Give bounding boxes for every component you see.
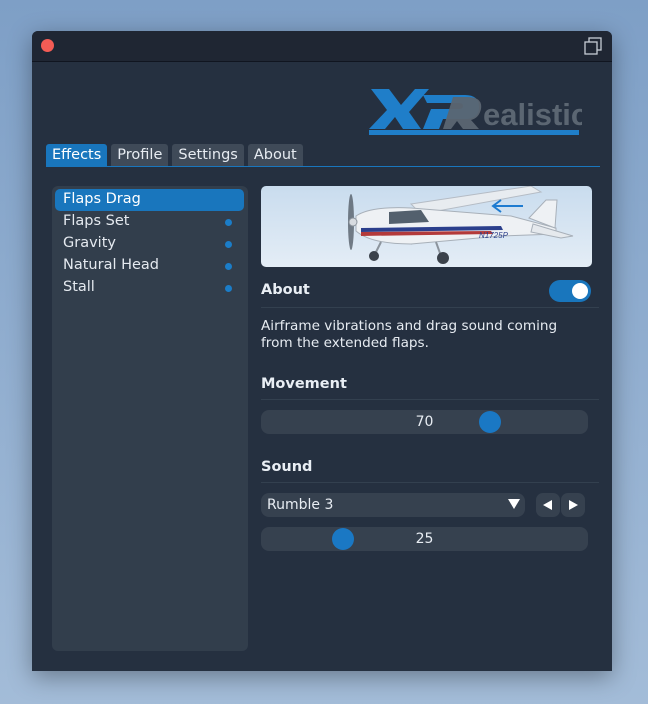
previous-sound-button[interactable]: [536, 493, 560, 517]
effect-enabled-toggle[interactable]: [549, 280, 591, 302]
sound-volume-value: 25: [415, 531, 434, 547]
sound-volume-slider-thumb[interactable]: [331, 528, 354, 550]
tab-bar: Effects Profile Settings About: [46, 144, 303, 166]
enabled-dot-icon: [225, 263, 232, 270]
enabled-dot-icon: [225, 241, 232, 248]
title-bar[interactable]: [32, 31, 612, 62]
sidebar-item-label: Flaps Set: [63, 213, 130, 229]
sound-select-value: Rumble 3: [267, 497, 334, 513]
plugin-window: ealistic Effects Profile Settings About …: [32, 31, 612, 671]
next-sound-button[interactable]: [561, 493, 585, 517]
sidebar-item-label: Flaps Drag: [63, 191, 141, 207]
registration-label: N1725P: [479, 231, 509, 240]
divider: [261, 482, 599, 483]
effects-list: Flaps Drag Flaps Set Gravity Natural Hea…: [52, 186, 248, 651]
sidebar-item-flaps-set[interactable]: Flaps Set: [55, 211, 244, 233]
sidebar-item-gravity[interactable]: Gravity: [55, 233, 244, 255]
enabled-dot-icon: [225, 285, 232, 292]
toggle-knob-icon: [572, 283, 588, 299]
sidebar-item-label: Gravity: [63, 235, 116, 251]
tab-settings[interactable]: Settings: [172, 144, 244, 166]
effect-preview-image: N1725P: [261, 186, 592, 267]
movement-slider[interactable]: 70: [261, 410, 588, 434]
sound-select[interactable]: Rumble 3: [261, 493, 525, 517]
sidebar-item-label: Stall: [63, 279, 95, 295]
tab-about[interactable]: About: [247, 144, 303, 166]
tab-profile[interactable]: Profile: [111, 144, 169, 166]
enabled-dot-icon: [225, 219, 232, 226]
popout-window-icon[interactable]: [584, 37, 602, 55]
arrow-right-icon: [569, 500, 578, 510]
sidebar-item-natural-head[interactable]: Natural Head: [55, 255, 244, 277]
effect-description: Airframe vibrations and drag sound comin…: [261, 318, 558, 351]
xprealistic-logo: ealistic: [369, 89, 582, 135]
sound-title: Sound: [261, 459, 313, 475]
close-icon[interactable]: [41, 39, 54, 52]
divider: [261, 307, 599, 308]
movement-title: Movement: [261, 376, 347, 392]
chevron-down-icon: [508, 499, 520, 509]
sidebar-item-flaps-drag[interactable]: Flaps Drag: [55, 189, 244, 211]
sidebar-item-label: Natural Head: [63, 257, 160, 273]
tab-underline: [46, 166, 600, 167]
tab-effects[interactable]: Effects: [46, 144, 108, 166]
sound-volume-slider[interactable]: 25: [261, 527, 588, 551]
about-title: About: [261, 282, 310, 298]
movement-value: 70: [415, 414, 434, 430]
divider: [261, 399, 599, 400]
sidebar-item-stall[interactable]: Stall: [55, 277, 244, 299]
svg-text:ealistic: ealistic: [483, 97, 582, 132]
arrow-left-icon: [543, 500, 552, 510]
movement-slider-thumb[interactable]: [478, 411, 501, 433]
